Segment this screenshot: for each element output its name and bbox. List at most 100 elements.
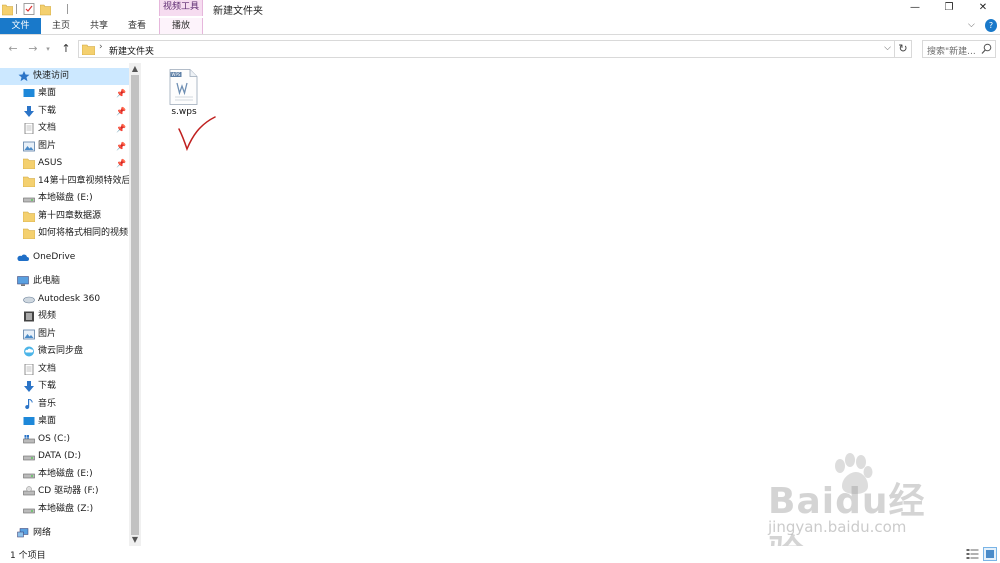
recent-locations-chevron-icon[interactable]: ▾ xyxy=(43,41,53,57)
download-icon xyxy=(24,106,34,117)
folder-icon[interactable] xyxy=(2,2,13,16)
baidu-watermark: Baidu经验 jingyan.baidu.com xyxy=(760,452,960,563)
context-tab-group-video-tools: 视频工具 xyxy=(159,0,203,16)
address-bar[interactable]: › 新建文件夹 ⌵ xyxy=(78,40,895,58)
sidebar-item-this-pc[interactable]: 此电脑 xyxy=(0,273,129,290)
cd-drive-icon xyxy=(23,486,35,496)
tab-view[interactable]: 查看 xyxy=(120,18,154,34)
navigation-pane-scrollbar[interactable]: ▲ ▼ xyxy=(129,63,141,546)
drive-icon xyxy=(23,508,35,514)
drive-icon xyxy=(23,197,35,203)
sidebar-item-onedrive[interactable]: OneDrive xyxy=(0,249,129,266)
back-arrow-icon[interactable]: ← xyxy=(5,41,21,57)
sidebar-item-quick-access[interactable]: 快速访问 xyxy=(0,68,129,85)
folder-icon xyxy=(23,176,35,187)
sidebar-item-merge-videos[interactable]: 如何将格式相同的视频 xyxy=(0,225,129,242)
pin-icon[interactable]: 📌 xyxy=(116,120,126,137)
sidebar-item-desktop-pc[interactable]: 桌面 xyxy=(0,413,129,430)
pin-icon[interactable]: 📌 xyxy=(116,155,126,172)
large-icons-view-icon[interactable] xyxy=(983,547,997,561)
status-bar: 1 个项目 xyxy=(0,546,1000,563)
breadcrumb-current-folder[interactable]: 新建文件夹 xyxy=(109,44,154,57)
sidebar-item-desktop[interactable]: 桌面 📌 xyxy=(0,85,129,102)
pictures-icon xyxy=(23,329,35,340)
sidebar-item-drive-d[interactable]: DATA (D:) xyxy=(0,448,129,465)
search-icon[interactable] xyxy=(981,43,992,55)
breadcrumb-chevron-icon[interactable]: › xyxy=(99,42,103,52)
computer-icon xyxy=(17,276,29,286)
drive-icon xyxy=(23,455,35,461)
window-title: 新建文件夹 xyxy=(213,6,263,17)
navigation-bar: ← → ▾ ↑ › 新建文件夹 ⌵ ↻ 搜索"新建... xyxy=(0,37,1000,61)
drive-icon xyxy=(23,473,35,479)
search-input[interactable]: 搜索"新建... xyxy=(922,40,996,58)
sidebar-item-chapter14-effects[interactable]: 14第十四章视频特效后 xyxy=(0,173,129,190)
sidebar-item-weiyun[interactable]: 微云同步盘 xyxy=(0,343,129,360)
scroll-down-arrow-icon[interactable]: ▼ xyxy=(129,534,141,546)
star-icon xyxy=(18,71,30,82)
sidebar-item-autodesk360[interactable]: Autodesk 360 xyxy=(0,291,129,308)
folder-icon xyxy=(23,211,35,222)
title-bar: 视频工具 新建文件夹 — ❐ ✕ xyxy=(0,0,1000,18)
sidebar-item-pictures-pc[interactable]: 图片 xyxy=(0,326,129,343)
sidebar-item-music[interactable]: 音乐 xyxy=(0,396,129,413)
ribbon-tab-row: 文件 主页 共享 查看 播放 ⌵ ? xyxy=(0,18,1000,35)
network-icon xyxy=(17,528,29,538)
thumbnail-icon xyxy=(986,550,994,558)
folder-icon xyxy=(82,44,95,55)
address-dropdown-icon[interactable]: ⌵ xyxy=(884,43,891,53)
sidebar-item-chapter14-data[interactable]: 第十四章数据源 xyxy=(0,208,129,225)
minimize-button[interactable]: — xyxy=(898,0,932,16)
tab-file[interactable]: 文件 xyxy=(0,18,41,34)
pin-icon[interactable]: 📌 xyxy=(116,85,126,102)
help-icon[interactable]: ? xyxy=(985,19,997,32)
tab-play[interactable]: 播放 xyxy=(159,18,203,34)
sidebar-item-drive-e-pc[interactable]: 本地磁盘 (E:) xyxy=(0,466,129,483)
red-checkmark-annotation xyxy=(178,116,216,152)
search-placeholder: 搜索"新建... xyxy=(927,47,976,57)
sidebar-item-documents[interactable]: 文档 📌 xyxy=(0,120,129,137)
file-item[interactable]: WPS s.wps xyxy=(163,67,205,119)
scroll-up-arrow-icon[interactable]: ▲ xyxy=(129,63,141,75)
restore-button[interactable]: ❐ xyxy=(932,0,966,16)
close-button[interactable]: ✕ xyxy=(966,0,1000,16)
item-count: 1 个项目 xyxy=(10,551,46,561)
folder-icon xyxy=(23,228,35,239)
sidebar-item-pictures[interactable]: 图片 📌 xyxy=(0,138,129,155)
download-icon xyxy=(24,381,34,392)
weiyun-icon xyxy=(24,346,34,357)
onedrive-icon xyxy=(17,254,29,261)
forward-arrow-icon[interactable]: → xyxy=(25,41,41,57)
tab-share[interactable]: 共享 xyxy=(82,18,116,34)
pin-icon[interactable]: 📌 xyxy=(116,138,126,155)
watermark-url: jingyan.baidu.com xyxy=(768,518,907,536)
wps-badge: WPS xyxy=(172,72,181,77)
folder-icon xyxy=(23,158,35,169)
navigation-pane: 快速访问 桌面 📌 下载 📌 文档 📌 图片 📌 ASUS 📌 14第十四章视频… xyxy=(0,63,141,546)
refresh-icon[interactable]: ↻ xyxy=(895,40,912,58)
scrollbar-thumb[interactable] xyxy=(131,75,139,535)
desktop-icon xyxy=(23,89,35,97)
sidebar-item-asus[interactable]: ASUS 📌 xyxy=(0,155,129,172)
sidebar-item-network[interactable]: 网络 xyxy=(0,525,129,542)
sidebar-item-drive-e[interactable]: 本地磁盘 (E:) xyxy=(0,190,129,207)
video-icon xyxy=(24,311,34,322)
sidebar-item-documents-pc[interactable]: 文档 xyxy=(0,361,129,378)
sidebar-item-downloads[interactable]: 下载 📌 xyxy=(0,103,129,120)
desktop-icon xyxy=(23,417,35,425)
details-view-icon[interactable] xyxy=(966,548,979,560)
properties-icon[interactable] xyxy=(23,2,35,16)
document-icon xyxy=(24,364,34,375)
sidebar-item-downloads-pc[interactable]: 下载 xyxy=(0,378,129,395)
sidebar-item-drive-z[interactable]: 本地磁盘 (Z:) xyxy=(0,501,129,518)
pin-icon[interactable]: 📌 xyxy=(116,103,126,120)
chevron-down-icon[interactable]: ⌵ xyxy=(968,20,980,32)
sidebar-item-drive-c[interactable]: OS (C:) xyxy=(0,431,129,448)
quick-access-separator xyxy=(67,4,68,14)
wps-document-icon: WPS xyxy=(169,69,198,105)
sidebar-item-videos[interactable]: 视频 xyxy=(0,308,129,325)
new-folder-icon[interactable] xyxy=(40,2,51,16)
up-arrow-icon[interactable]: ↑ xyxy=(58,41,74,57)
tab-home[interactable]: 主页 xyxy=(44,18,78,34)
sidebar-item-cd-drive-f[interactable]: CD 驱动器 (F:) xyxy=(0,483,129,500)
